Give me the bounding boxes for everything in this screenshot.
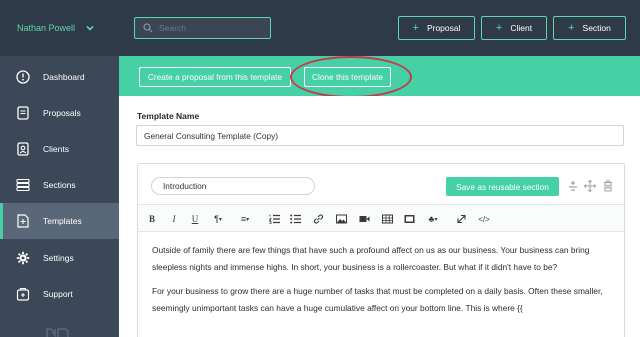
sidebar-item-label: Clients xyxy=(43,144,69,154)
sidebar-item-proposals[interactable]: Proposals xyxy=(0,95,119,131)
ordered-list-icon[interactable] xyxy=(269,213,280,225)
format-icon[interactable]: ♣ ▾ xyxy=(424,213,442,225)
formatting-toolbar: B I U ¶ ▾ ≡ ▾ ♣ ▾ </> xyxy=(138,204,624,232)
image-icon[interactable] xyxy=(336,213,347,225)
sidebar-item-label: Sections xyxy=(43,180,76,190)
template-name-label: Template Name xyxy=(137,111,200,121)
add-section-button[interactable]: + Section xyxy=(553,16,626,40)
section-editor: Introduction Save as reusable section B … xyxy=(137,163,625,337)
body-paragraph: For your business to grow there are a hu… xyxy=(152,286,603,313)
dashboard-icon xyxy=(16,70,30,84)
add-proposal-button[interactable]: + Proposal xyxy=(398,16,475,40)
paragraph-icon[interactable]: ¶ ▾ xyxy=(209,213,227,225)
search-input[interactable] xyxy=(159,21,267,35)
search-box[interactable] xyxy=(134,17,271,39)
section-body[interactable]: Outside of family there are few things t… xyxy=(152,242,614,324)
add-proposal-label: Proposal xyxy=(426,23,461,33)
link-icon[interactable] xyxy=(313,213,324,225)
sidebar-item-label: Proposals xyxy=(43,108,81,118)
move-icon[interactable] xyxy=(584,180,596,192)
underline-icon[interactable]: U xyxy=(190,213,200,225)
sidebar-item-sections[interactable]: Sections xyxy=(0,167,119,203)
code-icon[interactable]: </> xyxy=(478,213,490,225)
template-name-field[interactable] xyxy=(136,125,624,146)
add-section-label: Section xyxy=(582,23,611,33)
create-proposal-from-template-button[interactable]: Create a proposal from this template xyxy=(139,67,291,87)
video-icon[interactable] xyxy=(359,213,370,225)
bold-icon[interactable]: B xyxy=(147,213,157,225)
plus-icon: + xyxy=(495,21,503,34)
templates-icon xyxy=(17,214,29,228)
sidebar-item-templates[interactable]: Templates xyxy=(0,203,119,239)
sidebar-item-clients[interactable]: Clients xyxy=(0,131,119,167)
trash-icon[interactable] xyxy=(602,180,614,192)
sidebar-item-support[interactable]: Support xyxy=(0,276,119,312)
body-paragraph: Outside of family there are few things t… xyxy=(152,245,590,272)
user-name: Nathan Powell xyxy=(17,23,76,33)
table-icon[interactable] xyxy=(382,213,393,225)
sidebar-item-label: Dashboard xyxy=(43,72,85,82)
section-header: Introduction Save as reusable section xyxy=(138,164,624,204)
highlight-ring xyxy=(290,56,412,98)
sidebar: Nathan Powell Dashboard Proposals Client… xyxy=(0,0,119,337)
plus-icon: + xyxy=(568,21,575,34)
clients-icon xyxy=(17,142,29,156)
add-client-button[interactable]: + Client xyxy=(481,16,547,40)
embed-icon[interactable] xyxy=(404,213,415,225)
plus-icon: + xyxy=(412,21,419,34)
sections-icon xyxy=(16,178,30,192)
add-remove-icon[interactable] xyxy=(567,180,579,192)
sidebar-item-dashboard[interactable]: Dashboard xyxy=(0,59,119,95)
gear-icon xyxy=(16,251,30,265)
template-editor-panel: Template Name Introduction Save as reusa… xyxy=(119,96,640,337)
sidebar-item-settings[interactable]: Settings xyxy=(0,240,119,276)
user-menu[interactable]: Nathan Powell xyxy=(0,0,119,56)
search-icon xyxy=(143,23,153,33)
sidebar-item-label: Settings xyxy=(43,253,74,263)
logo-icon xyxy=(46,328,69,337)
top-bar: + Proposal + Client + Section xyxy=(119,0,640,56)
fullscreen-icon[interactable] xyxy=(456,213,467,225)
sidebar-item-label: Templates xyxy=(43,216,82,226)
unordered-list-icon[interactable] xyxy=(290,213,301,225)
chevron-down-icon xyxy=(86,25,94,31)
proposals-icon xyxy=(17,106,29,120)
italic-icon[interactable]: I xyxy=(169,213,179,225)
section-name-field[interactable]: Introduction xyxy=(151,177,315,195)
add-client-label: Client xyxy=(510,23,533,33)
align-icon[interactable]: ≡ ▾ xyxy=(236,213,254,225)
save-reusable-section-button[interactable]: Save as reusable section xyxy=(446,177,559,196)
support-icon xyxy=(16,287,30,301)
sidebar-item-label: Support xyxy=(43,289,73,299)
